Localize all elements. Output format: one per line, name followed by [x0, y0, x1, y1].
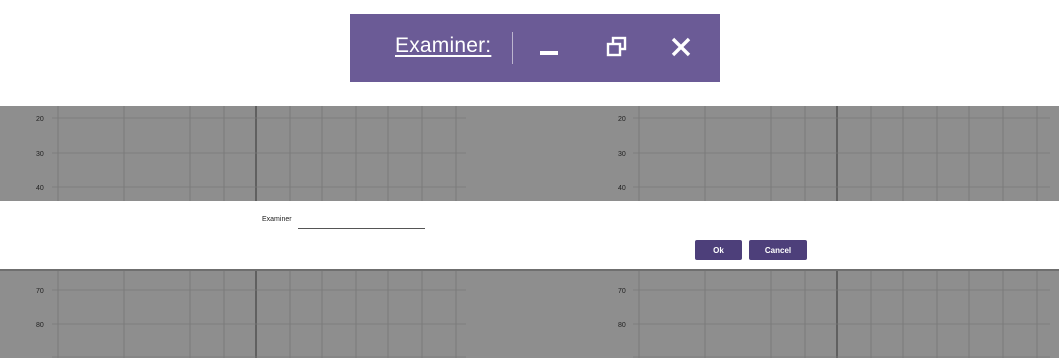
- ok-button[interactable]: Ok: [695, 240, 742, 260]
- bottom-right-grid: [633, 271, 1050, 358]
- tick-label: 30: [618, 151, 626, 158]
- top-right-grid: [633, 106, 1050, 201]
- top-grids: 20 30 40 20 30 40: [36, 106, 1050, 201]
- close-icon: [671, 37, 691, 57]
- examiner-title-link[interactable]: Examiner:: [395, 34, 491, 58]
- tick-label: 80: [618, 322, 626, 329]
- restore-icon: [606, 36, 627, 57]
- tick-label: 30: [36, 151, 44, 158]
- bottom-grid-band: 70 80 70 80: [0, 269, 1059, 358]
- cancel-button[interactable]: Cancel: [749, 240, 807, 260]
- tick-label: 20: [618, 116, 626, 123]
- examiner-label: Examiner: [262, 216, 292, 223]
- close-button[interactable]: [666, 30, 700, 64]
- tick-label: 70: [36, 288, 44, 295]
- title-separator: [512, 32, 513, 64]
- tick-label: 80: [36, 322, 44, 329]
- tick-label: 70: [618, 288, 626, 295]
- examiner-dialog: Examiner Ok Cancel: [0, 201, 1059, 269]
- tick-label: 40: [618, 185, 626, 192]
- examiner-title-bar: Examiner:: [350, 14, 720, 82]
- bottom-left-grid: [52, 271, 466, 358]
- restore-button[interactable]: [602, 30, 636, 64]
- minimize-icon: [540, 51, 558, 55]
- top-left-grid: [52, 106, 466, 201]
- bottom-grids: 70 80 70 80: [36, 271, 1050, 358]
- tick-label: 40: [36, 185, 44, 192]
- minimize-button[interactable]: [536, 30, 570, 64]
- tick-label: 20: [36, 116, 44, 123]
- examiner-input[interactable]: [298, 214, 425, 229]
- top-grid-band: 20 30 40 20 30 40: [0, 106, 1059, 201]
